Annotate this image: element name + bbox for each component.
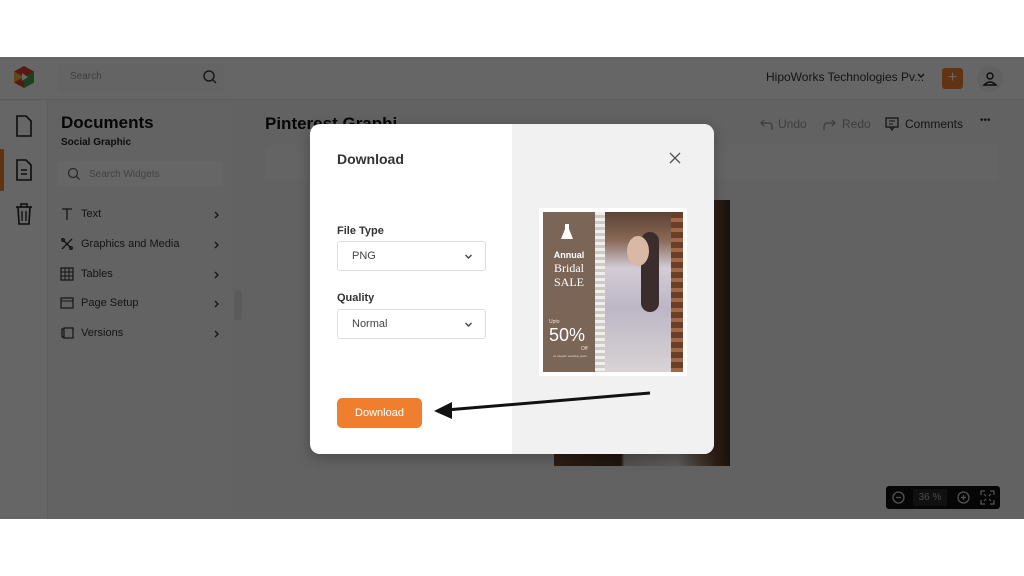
photo-face: [627, 236, 649, 266]
chevron-down-icon: [465, 322, 472, 327]
preview-line-annual: Annual: [553, 250, 585, 260]
quality-select[interactable]: Normal: [337, 309, 486, 339]
chevron-down-icon: [465, 254, 472, 259]
preview-line-bridal: Bridal: [554, 261, 584, 275]
design-preview: Annual Bridal SALE Upto 50% Off on elega…: [539, 208, 687, 376]
preview-off: Off: [581, 346, 588, 352]
preview-lace-border: [595, 212, 605, 372]
close-icon[interactable]: [668, 151, 682, 165]
preview-fine-print: on elegant wedding gown: [552, 354, 588, 358]
quality-label: Quality: [337, 292, 375, 304]
dialog-title: Download: [337, 151, 404, 167]
download-button[interactable]: Download: [337, 398, 422, 428]
preview-line-sale: SALE: [554, 275, 584, 289]
photo-bedpost: [671, 212, 683, 372]
quality-value: Normal: [352, 318, 388, 330]
file-type-select[interactable]: PNG: [337, 241, 486, 271]
dress-icon: [561, 224, 573, 239]
app-screen: Search HipoWorks Technologies Pv... + Do…: [0, 57, 1024, 519]
preview-percent: 50%: [549, 325, 586, 345]
download-dialog: Download File Type PNG Quality Normal Do…: [310, 124, 714, 454]
preview-image: Annual Bridal SALE Upto 50% Off on elega…: [543, 212, 683, 372]
preview-text-panel: Annual Bridal SALE Upto 50% Off on elega…: [543, 212, 595, 372]
preview-photo: [605, 212, 683, 372]
file-type-value: PNG: [352, 250, 376, 262]
file-type-label: File Type: [337, 225, 384, 237]
